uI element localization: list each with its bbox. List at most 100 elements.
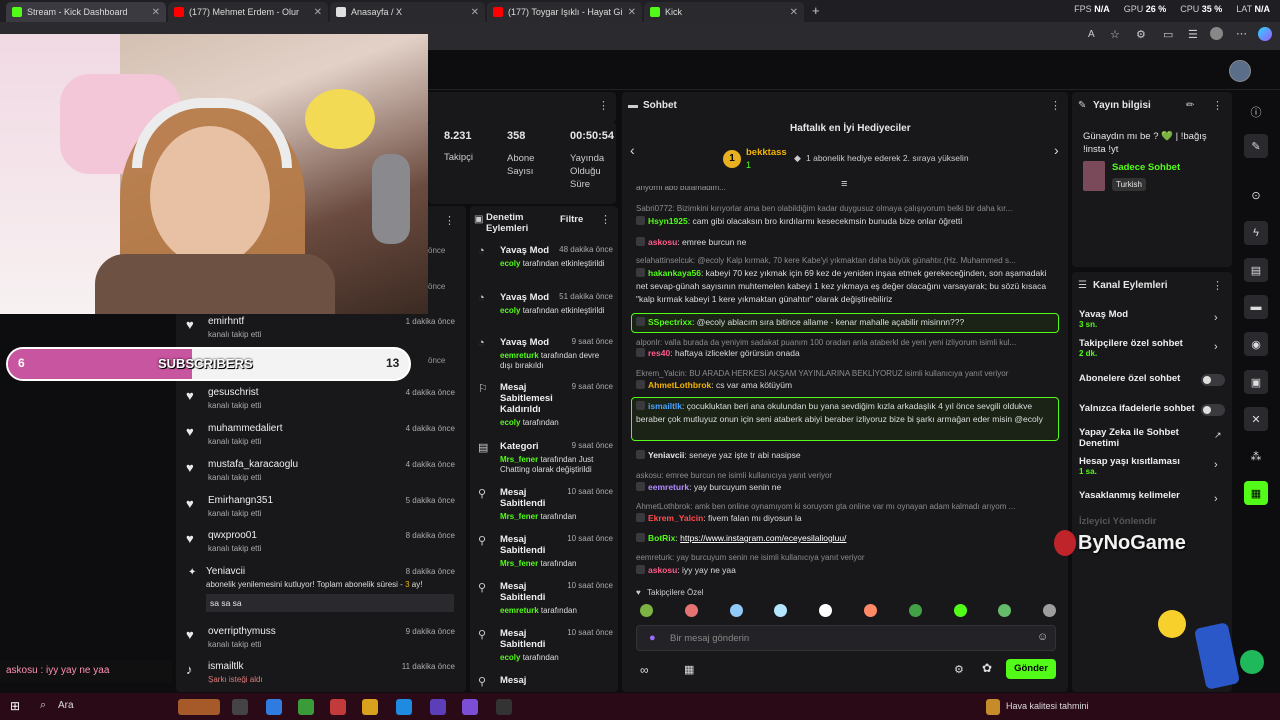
- mod-username[interactable]: ecoly: [500, 306, 520, 315]
- mod-username[interactable]: eemreturk: [500, 351, 539, 360]
- channel-action-item[interactable]: Abonelere özel sohbet: [1079, 373, 1197, 384]
- tab-youtube-2[interactable]: (177) Toygar Işıklı - Hayat Gibi (Or ✕: [487, 2, 642, 22]
- extensions-icon[interactable]: ⚙: [1136, 28, 1146, 41]
- taskbar-widget-image[interactable]: [178, 699, 220, 715]
- windows-start-icon[interactable]: ⊞: [10, 699, 20, 713]
- favorites-icon[interactable]: ☰: [1188, 28, 1198, 41]
- edit-icon[interactable]: ✏: [1186, 100, 1194, 111]
- toggle-switch[interactable]: [1201, 374, 1225, 386]
- chat-username[interactable]: eemreturk: [648, 482, 689, 492]
- emote-icon[interactable]: [729, 604, 743, 617]
- follower-name[interactable]: overripthymuss: [208, 626, 276, 637]
- star-icon[interactable]: ☆: [1110, 28, 1120, 41]
- channel-action-item[interactable]: Yasaklanmış kelimeler: [1079, 490, 1197, 501]
- emote-icon[interactable]: [908, 604, 922, 617]
- weather-text[interactable]: Hava kalitesi tahmini: [1006, 701, 1089, 711]
- taskbar-search[interactable]: Ara: [58, 700, 74, 711]
- tab-kick-dashboard[interactable]: Stream - Kick Dashboard ✕: [6, 2, 166, 22]
- infinity-icon[interactable]: ∞: [640, 663, 649, 677]
- chevron-right-icon[interactable]: ›: [1214, 493, 1218, 505]
- edit-icon[interactable]: ✎: [1244, 134, 1268, 158]
- menu-dots-icon[interactable]: ⋮: [1050, 99, 1061, 112]
- follower-name[interactable]: Emirhangn351: [208, 495, 273, 506]
- chat-bubble-icon[interactable]: ▬: [1244, 295, 1268, 319]
- menu-dots-icon[interactable]: ⋮: [1212, 99, 1223, 112]
- store-icon[interactable]: ▦: [684, 663, 694, 676]
- chevron-right-icon[interactable]: ›: [1214, 312, 1218, 324]
- gifter-name[interactable]: bekktass: [746, 147, 787, 158]
- chat-username[interactable]: SSpectrixx: [648, 317, 692, 327]
- external-link-icon[interactable]: ↗: [1214, 430, 1222, 441]
- follower-name[interactable]: emirhntf: [208, 316, 244, 327]
- camera-icon[interactable]: ⊙: [1244, 183, 1268, 207]
- obs-app-icon[interactable]: [496, 699, 512, 715]
- info-icon[interactable]: ⓘ: [1244, 100, 1268, 124]
- emoji-icon[interactable]: ☺: [1037, 631, 1048, 643]
- mod-username[interactable]: Mrs_fener: [500, 455, 538, 464]
- edge-app-icon[interactable]: [396, 699, 412, 715]
- chat-username[interactable]: res40: [648, 348, 670, 358]
- profile-avatar[interactable]: [1210, 27, 1223, 40]
- chat-username[interactable]: Yeniavcii: [648, 450, 684, 460]
- copilot-app-icon[interactable]: [266, 699, 282, 715]
- close-icon[interactable]: ✕: [152, 7, 160, 18]
- emote-icon[interactable]: [640, 604, 653, 617]
- channel-action-item[interactable]: Yapay Zeka ile Sohbet Denetimi: [1079, 427, 1204, 449]
- mod-username[interactable]: eemreturk: [500, 606, 539, 615]
- channel-action-item[interactable]: Yavaş Mod 3 sn.: [1079, 309, 1197, 329]
- emote-icon[interactable]: [953, 604, 967, 617]
- gear-icon[interactable]: ⚙: [954, 663, 964, 676]
- close-icon[interactable]: ✕: [628, 7, 636, 18]
- filter-button[interactable]: Filtre: [560, 214, 583, 225]
- category-name[interactable]: Sadece Sohbet: [1112, 162, 1180, 173]
- chat-link[interactable]: https://www.instagram.com/eceyesilaliogl…: [680, 533, 846, 543]
- menu-dots-icon[interactable]: ⋮: [600, 213, 611, 226]
- mod-username[interactable]: Mrs_fener: [500, 512, 538, 521]
- chevron-right-icon[interactable]: ›: [1054, 142, 1059, 158]
- mod-username[interactable]: ecoly: [500, 418, 520, 427]
- resub-name[interactable]: Yeniavcii: [206, 566, 245, 577]
- file-explorer-icon[interactable]: [362, 699, 378, 715]
- search-icon[interactable]: ⌕: [40, 699, 46, 712]
- toggle-switch[interactable]: [1201, 404, 1225, 416]
- chat-username[interactable]: askosu: [648, 237, 677, 247]
- mod-username[interactable]: ecoly: [500, 259, 520, 268]
- layout-icon[interactable]: ▣: [1244, 370, 1268, 394]
- mic-icon[interactable]: ●: [649, 632, 656, 644]
- apps-icon[interactable]: ⁂: [1244, 444, 1268, 468]
- read-aloud-icon[interactable]: A: [1088, 29, 1095, 40]
- chrome-app-icon[interactable]: [298, 699, 314, 715]
- chevron-left-icon[interactable]: ‹: [630, 142, 635, 158]
- chat-username[interactable]: Ekrem_Yalcin: [648, 513, 703, 523]
- menu-dots-icon[interactable]: ⋯: [1236, 27, 1247, 40]
- chat-username[interactable]: BotRix: [648, 533, 675, 543]
- chat-username[interactable]: AhmetLothbrok: [648, 380, 711, 390]
- mod-username[interactable]: Mrs_fener: [500, 559, 538, 568]
- collapse-icon[interactable]: ≡: [841, 178, 847, 190]
- emote-icon[interactable]: [864, 604, 877, 617]
- menu-dots-icon[interactable]: ⋮: [444, 214, 455, 227]
- follower-name[interactable]: ismailtlk: [208, 661, 244, 672]
- channel-action-item[interactable]: Hesap yaşı kısıtlaması 1 sa.: [1079, 456, 1197, 476]
- app-icon[interactable]: [430, 699, 446, 715]
- follower-name[interactable]: gesuschrist: [208, 387, 259, 398]
- close-icon[interactable]: ✕: [790, 7, 798, 18]
- lightning-icon[interactable]: ϟ: [1244, 221, 1268, 245]
- follower-name[interactable]: qwxproo01: [208, 530, 257, 541]
- new-tab-button[interactable]: +: [812, 3, 820, 18]
- app-icon[interactable]: [330, 699, 346, 715]
- emote-tab-label[interactable]: Takipçilere Özel: [647, 588, 703, 597]
- copilot-icon[interactable]: [1258, 27, 1272, 41]
- gift-icon[interactable]: ✿: [982, 661, 992, 675]
- follower-name[interactable]: mustafa_karacaoglu: [208, 459, 298, 470]
- tab-youtube-1[interactable]: (177) Mehmet Erdem - Olur ✕: [168, 2, 328, 22]
- chat-username[interactable]: Hsyn1925: [648, 216, 688, 226]
- chat-input[interactable]: ● Bir mesaj gönderin ☺: [636, 625, 1056, 651]
- discord-app-icon[interactable]: [462, 699, 478, 715]
- broadcast-icon[interactable]: ◉: [1244, 332, 1268, 356]
- chevron-right-icon[interactable]: ›: [1214, 341, 1218, 353]
- channel-action-item[interactable]: İzleyici Yönlendir: [1079, 516, 1197, 527]
- tab-x[interactable]: Anasayfa / X ✕: [330, 2, 485, 22]
- task-view-icon[interactable]: [232, 699, 248, 715]
- menu-dots-icon[interactable]: ⋮: [1212, 279, 1223, 292]
